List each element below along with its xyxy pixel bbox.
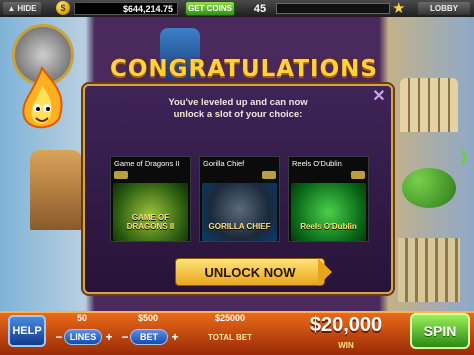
slot-art-image: GORILLA CHIEF: [202, 183, 277, 241]
chevron-right-icon[interactable]: ❯: [458, 148, 474, 168]
get-coins-button[interactable]: GET COINS: [185, 1, 235, 16]
message-line-1: You've leveled up and can now: [168, 97, 308, 108]
chevron-up-icon: ▲: [7, 4, 16, 13]
colosseum-symbol: [400, 78, 458, 132]
bet-button[interactable]: BET: [130, 329, 168, 345]
top-bar: ▲ HIDE $ $644,214.75 GET COINS 45 ★ LOBB…: [0, 0, 474, 18]
slot-art-title: GORILLA CHIEF: [208, 222, 271, 231]
grapes-symbol: [402, 168, 456, 208]
slot-art-title: Reels O'Dublin: [300, 222, 357, 231]
bet-value: $500: [137, 313, 159, 323]
hide-button[interactable]: ▲ HIDE: [3, 2, 41, 15]
total-bet-label: TOTAL BET: [208, 333, 252, 342]
flame-mascot: [22, 65, 63, 129]
help-button[interactable]: HELP: [8, 315, 46, 347]
plus-icon[interactable]: +: [168, 329, 182, 345]
slot-art-title: GAME OF DRAGONS II: [126, 213, 175, 231]
win-value: $20,000: [309, 314, 383, 336]
slot-art-image: GAME OF DRAGONS II: [113, 183, 188, 241]
sphinx-symbol: [30, 150, 82, 230]
temple-symbol: [398, 238, 460, 302]
coin-icon: $: [56, 1, 70, 15]
xp-progress-bar: [276, 3, 390, 14]
slot-tile-game-of-dragons[interactable]: Game of Dragons II GAME OF DRAGONS II: [110, 156, 191, 242]
unlock-now-button[interactable]: UNLOCK NOW: [175, 258, 325, 286]
hide-label: HIDE: [17, 4, 37, 13]
arrow-right-icon: [318, 258, 332, 286]
lines-value: 50: [76, 313, 87, 323]
lines-button[interactable]: LINES: [64, 329, 102, 345]
level-badge: 45: [253, 2, 267, 15]
brand-logo-icon: [114, 171, 128, 179]
slot-tile-label: Gorilla Chief: [203, 159, 245, 168]
coin-balance: $644,214.75: [74, 2, 178, 15]
slot-tile-label: Reels O'Dublin: [292, 159, 342, 168]
lobby-button[interactable]: LOBBY: [418, 2, 470, 15]
win-label: WIN: [338, 341, 354, 350]
slot-art-image: Reels O'Dublin: [291, 183, 366, 241]
close-icon[interactable]: ✕: [370, 88, 388, 106]
total-bet-value: $25000: [214, 313, 246, 323]
brand-logo-icon: [262, 171, 276, 179]
slot-tile-gorilla-chief[interactable]: Gorilla Chief GORILLA CHIEF: [199, 156, 280, 242]
message-line-2: unlock a slot of your choice:: [173, 109, 303, 120]
plus-icon[interactable]: +: [102, 329, 116, 345]
star-icon: ★: [392, 0, 406, 17]
dialog-title: CONGRATULATIONS: [110, 56, 378, 82]
win-display: $20,000 WIN: [290, 314, 402, 352]
spin-button[interactable]: SPIN: [410, 313, 470, 349]
slot-tile-reels-o-dublin[interactable]: Reels O'Dublin Reels O'Dublin: [288, 156, 369, 242]
dialog-message: You've leveled up and can now unlock a s…: [128, 97, 348, 121]
brand-logo-icon: [351, 171, 365, 179]
slot-tile-label: Game of Dragons II: [114, 159, 180, 168]
